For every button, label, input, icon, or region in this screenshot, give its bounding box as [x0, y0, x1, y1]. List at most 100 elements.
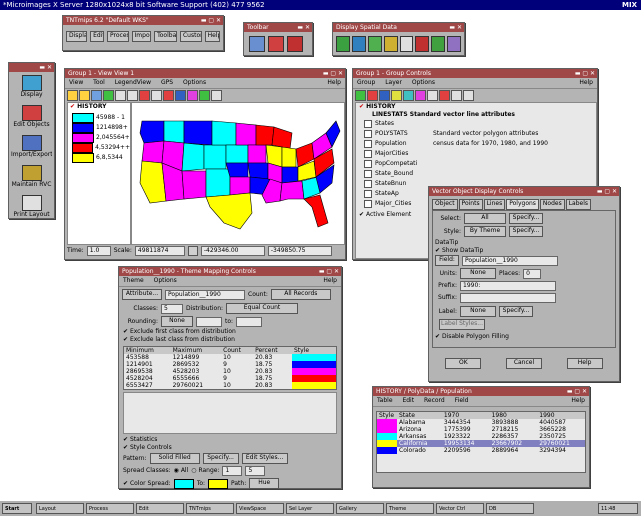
theme-menu-options[interactable]: Options — [154, 277, 177, 284]
group-menu-options[interactable]: Options — [412, 79, 435, 86]
table-row[interactable]: 4528204 6555666 9 18.75 — [124, 375, 336, 382]
add-text-icon[interactable] — [427, 90, 438, 101]
taskbar-item[interactable]: Layout — [36, 503, 84, 514]
window-controls-icon[interactable]: ▬ ▢ ✕ — [575, 70, 595, 77]
locate-icon[interactable] — [139, 90, 150, 101]
disable-fill-checkbox[interactable]: ✔ Disable Polygon Filling — [435, 333, 613, 341]
tab-nodes[interactable]: Nodes — [539, 199, 565, 210]
count-dropdown[interactable]: All Records — [270, 289, 331, 300]
layer-checkbox-icon[interactable] — [364, 130, 372, 138]
path-dropdown[interactable]: Hue — [249, 478, 280, 489]
zoom-out-icon[interactable] — [79, 90, 90, 101]
view-menu-legendview[interactable]: LegendView — [115, 79, 151, 86]
display-sketch-icon[interactable] — [447, 36, 461, 52]
select-icon[interactable] — [163, 90, 174, 101]
tool-display[interactable]: Display — [9, 72, 54, 102]
db-menu-table[interactable]: Table — [377, 397, 393, 404]
layer-row[interactable]: States — [356, 119, 596, 129]
remove-layer-icon[interactable] — [439, 90, 450, 101]
display-book-icon[interactable] — [415, 36, 430, 52]
scale-lock-icon[interactable] — [187, 245, 198, 256]
menu-import[interactable]: Import — [131, 31, 152, 42]
prefix-field[interactable]: 1990: — [460, 281, 556, 291]
tool-edit-objects[interactable]: Edit Objects — [9, 102, 54, 132]
display-layout-icon[interactable] — [367, 36, 382, 52]
display-tables-icon[interactable] — [383, 36, 398, 52]
table-row[interactable]: Alabama 3444354 3893888 4040587 — [377, 419, 585, 426]
layer-row[interactable]: PopCompetati — [356, 159, 596, 169]
window-controls-icon[interactable]: ▬ ✕ — [39, 64, 52, 71]
group-history-row[interactable]: ✔ HISTORY — [356, 103, 596, 111]
spread-range-radio[interactable]: ○ Range: — [191, 467, 219, 475]
table-row[interactable]: 1214901 2869532 9 18.75 — [124, 361, 336, 368]
taskbar-item[interactable]: Theme — [386, 503, 434, 514]
field-button[interactable]: Field: — [435, 255, 459, 266]
layer-down-icon[interactable] — [463, 90, 474, 101]
taskbar-item[interactable]: TNTmips — [186, 503, 234, 514]
menu-process[interactable]: Process — [107, 31, 129, 42]
tntmips-title-bar[interactable]: TNTmips 6.2 "Default WKS" ▬ ▢ ✕ — [63, 16, 223, 25]
add-layer-icon[interactable] — [355, 90, 366, 101]
window-controls-icon[interactable]: ▬ ✕ — [297, 24, 310, 31]
left-toolbar-title-bar[interactable]: ▬ ✕ — [9, 63, 54, 72]
suffix-field[interactable] — [460, 293, 556, 303]
theme-menu-theme[interactable]: Theme — [123, 277, 144, 284]
edit-cad-icon[interactable] — [287, 36, 303, 52]
db-menu-edit[interactable]: Edit — [402, 397, 414, 404]
layer-checkbox-icon[interactable] — [364, 140, 372, 148]
start-button[interactable]: Start — [2, 503, 32, 514]
menu-edit[interactable]: Edit — [90, 31, 105, 42]
layer-checkbox-icon[interactable] — [364, 160, 372, 168]
label-dropdown[interactable]: None — [460, 306, 496, 317]
layer-checkbox-icon[interactable] — [364, 120, 372, 128]
exclude-last-checkbox[interactable]: ✔ Exclude last class from distribution — [119, 336, 341, 344]
window-controls-icon[interactable]: ▬ ✕ — [449, 24, 462, 31]
add-tin-icon[interactable] — [403, 90, 414, 101]
attribute-field[interactable]: Population__1990 — [165, 289, 245, 300]
spatial-toolbar-title-bar[interactable]: Display Spatial Data ▬ ✕ — [333, 23, 464, 32]
pan-icon[interactable] — [91, 90, 102, 101]
tool-print-layout[interactable]: Print Layout — [9, 192, 54, 222]
zoom-box-icon[interactable] — [127, 90, 138, 101]
redraw-icon[interactable] — [103, 90, 114, 101]
db-menu-record[interactable]: Record — [424, 397, 445, 404]
add-shape-icon[interactable] — [415, 90, 426, 101]
display-3d-icon[interactable] — [351, 36, 366, 52]
group-menu-help[interactable]: Help — [579, 78, 593, 88]
class-style-swatch[interactable] — [292, 361, 336, 368]
scale-field[interactable]: 49811874 — [134, 245, 185, 256]
query-icon[interactable] — [175, 90, 186, 101]
view-menu-help[interactable]: Help — [327, 78, 341, 88]
layer-row[interactable]: State_Bound — [356, 169, 596, 179]
class-style-swatch[interactable] — [292, 375, 336, 382]
view-title-bar[interactable]: Group 1 - View View 1 ▬ ▢ ✕ — [65, 69, 345, 78]
zoom-full-icon[interactable] — [115, 90, 126, 101]
layer-row[interactable]: POLYSTATS Standard vector polygon attrib… — [356, 129, 596, 139]
taskbar-item[interactable]: Gallery — [336, 503, 384, 514]
class-style-swatch[interactable] — [292, 368, 336, 375]
table-row[interactable]: California 19953134 23667902 29760021 — [377, 440, 585, 447]
menu-display[interactable]: Display — [66, 31, 88, 42]
spread-all-radio[interactable]: ◉ All — [174, 467, 189, 475]
rounding-from-field[interactable] — [196, 316, 222, 327]
color-spread-to-swatch[interactable] — [208, 478, 229, 489]
group-menu-group[interactable]: Group — [357, 79, 375, 86]
menu-toolbars[interactable]: Toolbars — [154, 31, 177, 42]
add-cad-icon[interactable] — [391, 90, 402, 101]
taskbar-item[interactable]: Edit — [136, 503, 184, 514]
taskbar-item[interactable]: DB — [486, 503, 534, 514]
vector-controls-title-bar[interactable]: Vector Object Display Controls ▬ ▢ ✕ — [429, 187, 619, 196]
range-to-field[interactable]: 5 — [245, 466, 266, 476]
exclude-first-checkbox[interactable]: ✔ Exclude first class from distribution — [119, 328, 341, 336]
window-controls-icon[interactable]: ▬ ▢ ✕ — [201, 17, 221, 24]
layer-row[interactable]: Population census data for 1970, 1980, a… — [356, 139, 596, 149]
measure-icon[interactable] — [151, 90, 162, 101]
color-spread-checkbox[interactable]: ✔ Color Spread: — [123, 480, 171, 488]
group-controls-title-bar[interactable]: Group 1 - Group Controls ▬ ▢ ✕ — [353, 69, 597, 78]
style-dropdown[interactable]: By Theme — [464, 226, 506, 237]
layer-row[interactable]: MajorCities — [356, 149, 596, 159]
label-styles-button[interactable]: Label Styles... — [439, 319, 485, 330]
field-value-field[interactable]: Population__1990 — [462, 255, 558, 266]
menu-custom[interactable]: Custom — [179, 31, 202, 42]
style-controls-checkbox[interactable]: ✔ Style Controls — [119, 444, 341, 452]
